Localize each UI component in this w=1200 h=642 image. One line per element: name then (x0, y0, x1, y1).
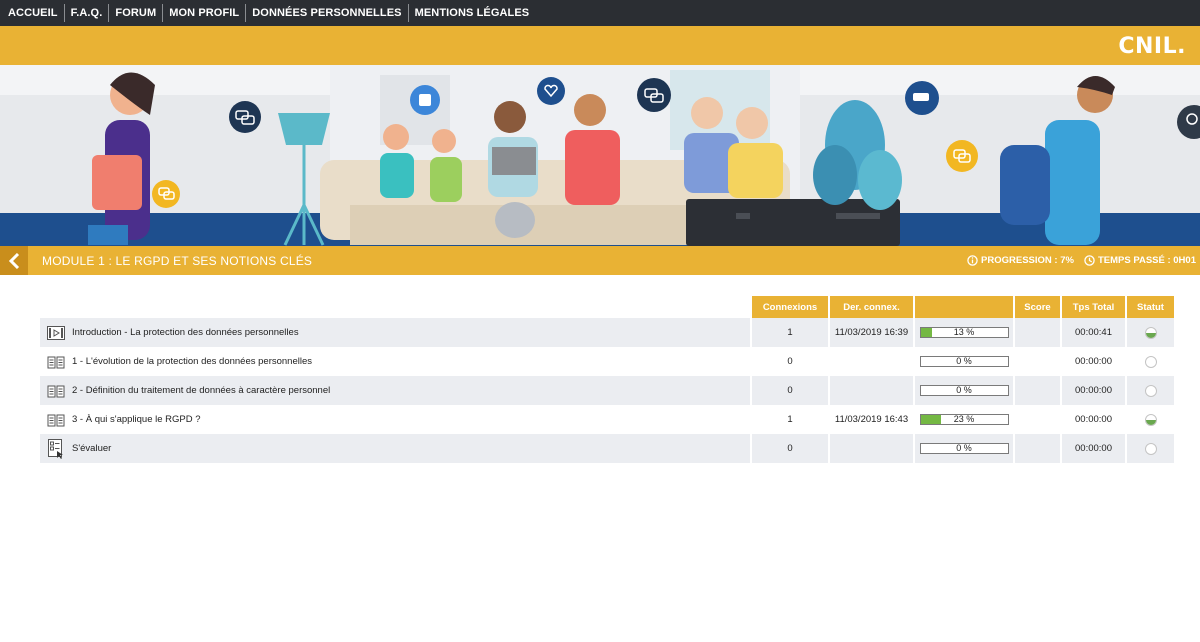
header-name (40, 296, 751, 318)
row-last-connexion (828, 434, 914, 463)
row-score (1013, 376, 1061, 405)
row-progress-cell: 0 % (913, 347, 1014, 376)
status-icon (1144, 442, 1157, 455)
time-stat: TEMPS PASSÉ : 0H01 (1084, 255, 1196, 266)
progress-label: 13 % (953, 327, 975, 337)
nav-mon-profil[interactable]: MON PROFIL (163, 4, 247, 22)
progress-label: PROGRESSION : 7% (981, 255, 1074, 266)
table-row[interactable]: 3 - À qui s'applique le RGPD ? 1 11/03/201… (40, 405, 1174, 434)
row-status-cell (1125, 376, 1174, 405)
module-title: MODULE 1 : LE RGPD ET SES NOTIONS CLÉS (42, 253, 313, 268)
top-nav: ACCUEIL F.A.Q. FORUM MON PROFIL DONNÉES … (0, 0, 1200, 26)
progress-bar: 0 % (919, 385, 1009, 396)
cnil-logo: CNIL. (1118, 34, 1186, 59)
nav-donnees-personnelles[interactable]: DONNÉES PERSONNELLES (246, 4, 409, 22)
row-score (1013, 405, 1061, 434)
row-title[interactable]: 2 - Définition du traitement de données … (72, 385, 330, 396)
header-last-connexion: Der. connex. (828, 296, 914, 318)
row-last-connexion: 11/03/2019 16:43 (828, 405, 914, 434)
brand-bar: CNIL. (0, 26, 1200, 65)
row-progress-cell: 0 % (913, 376, 1014, 405)
row-last-connexion (828, 347, 914, 376)
progress-label: 0 % (956, 385, 972, 395)
nav-mentions-legales[interactable]: MENTIONS LÉGALES (409, 4, 536, 22)
row-status-cell (1125, 405, 1174, 434)
row-total-time: 00:00:41 (1060, 318, 1126, 347)
row-name-cell[interactable]: Introduction - La protection des données… (40, 318, 751, 347)
row-last-connexion: 11/03/2019 16:39 (828, 318, 914, 347)
status-icon (1144, 413, 1157, 426)
status-icon (1144, 355, 1157, 368)
header-total-time: Tps Total (1060, 296, 1126, 318)
status-icon (1144, 326, 1157, 339)
header-connexions: Connexions (750, 296, 829, 318)
row-status-cell (1125, 347, 1174, 376)
row-title[interactable]: S'évaluer (72, 443, 111, 454)
row-total-time: 00:00:00 (1060, 347, 1126, 376)
row-total-time: 00:00:00 (1060, 434, 1126, 463)
row-connexions: 0 (750, 434, 829, 463)
progress-label: 23 % (953, 414, 975, 424)
book-icon (46, 381, 66, 401)
row-score (1013, 434, 1061, 463)
row-name-cell[interactable]: 2 - Définition du traitement de données … (40, 376, 751, 405)
back-button[interactable] (0, 246, 28, 275)
row-progress-cell: 13 % (913, 318, 1014, 347)
progress-stat: PROGRESSION : 7% (967, 255, 1074, 266)
nav-accueil[interactable]: ACCUEIL (2, 4, 65, 22)
nav-faq[interactable]: F.A.Q. (65, 4, 110, 22)
module-stats: PROGRESSION : 7% TEMPS PASSÉ : 0H01 (957, 246, 1196, 275)
status-icon (1144, 384, 1157, 397)
module-table: Connexions Der. connex. Score Tps Total … (40, 296, 1174, 463)
row-connexions: 1 (750, 405, 829, 434)
row-progress-cell: 23 % (913, 405, 1014, 434)
row-connexions: 1 (750, 318, 829, 347)
time-label: TEMPS PASSÉ : 0H01 (1097, 255, 1196, 266)
header-progress (913, 296, 1014, 318)
book-icon (46, 410, 66, 430)
row-status-cell (1125, 434, 1174, 463)
row-name-cell[interactable]: 3 - À qui s'applique le RGPD ? (40, 405, 751, 434)
row-score (1013, 318, 1061, 347)
row-last-connexion (828, 376, 914, 405)
row-score (1013, 347, 1061, 376)
header-score: Score (1013, 296, 1061, 318)
video-icon (46, 323, 66, 343)
row-connexions: 0 (750, 376, 829, 405)
row-total-time: 00:00:00 (1060, 376, 1126, 405)
book-icon (46, 352, 66, 372)
progress-label: 0 % (956, 356, 972, 366)
row-progress-cell: 0 % (913, 434, 1014, 463)
table-header: Connexions Der. connex. Score Tps Total … (40, 296, 1174, 318)
hero-illustration (0, 65, 1200, 246)
nav-forum[interactable]: FORUM (109, 4, 164, 22)
table-row[interactable]: Introduction - La protection des données… (40, 318, 1174, 347)
table-row[interactable]: 1 - L'évolution de la protection des don… (40, 347, 1174, 376)
header-status: Statut (1125, 296, 1174, 318)
progress-bar: 0 % (919, 443, 1009, 454)
info-icon (967, 255, 978, 266)
row-name-cell[interactable]: S'évaluer (40, 434, 751, 463)
row-title[interactable]: 1 - L'évolution de la protection des don… (72, 356, 312, 367)
row-connexions: 0 (750, 347, 829, 376)
progress-bar: 0 % (919, 356, 1009, 367)
row-status-cell (1125, 318, 1174, 347)
row-title[interactable]: Introduction - La protection des données… (72, 327, 299, 338)
progress-label: 0 % (956, 443, 972, 453)
row-title[interactable]: 3 - À qui s'applique le RGPD ? (72, 414, 201, 425)
module-bar: MODULE 1 : LE RGPD ET SES NOTIONS CLÉS P… (0, 246, 1200, 275)
chevron-left-icon (8, 252, 20, 269)
table-row[interactable]: 2 - Définition du traitement de données … (40, 376, 1174, 405)
clock-icon (1084, 255, 1095, 266)
row-name-cell[interactable]: 1 - L'évolution de la protection des don… (40, 347, 751, 376)
row-total-time: 00:00:00 (1060, 405, 1126, 434)
family-illustration (0, 65, 1200, 246)
quiz-icon (46, 438, 66, 459)
table-row[interactable]: S'évaluer 0 0 % 00:00:00 (40, 434, 1174, 463)
progress-bar: 23 % (919, 414, 1009, 425)
progress-bar: 13 % (919, 327, 1009, 338)
